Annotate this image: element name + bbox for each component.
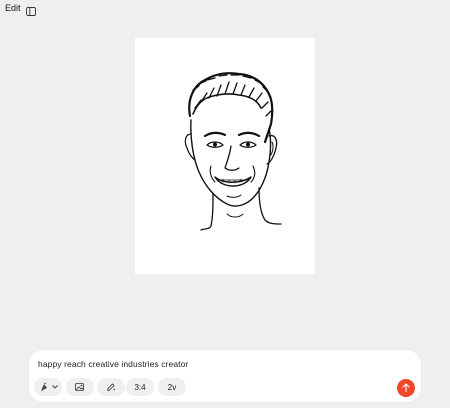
edit-button[interactable]: Edit xyxy=(5,3,21,13)
pen-sparkle-icon xyxy=(106,382,116,392)
image-reference-icon xyxy=(75,382,85,392)
variations-label: 2v xyxy=(167,382,177,392)
pen-tool-button[interactable] xyxy=(97,378,125,396)
generated-image[interactable] xyxy=(135,38,315,274)
variations-button[interactable]: 2v xyxy=(158,378,186,396)
chevron-down-icon xyxy=(51,385,58,389)
send-button[interactable] xyxy=(397,379,415,397)
arrow-up-icon xyxy=(402,379,410,397)
style-picker-icon xyxy=(39,382,49,392)
prompt-composer: happy reach creative industries creator xyxy=(29,350,421,402)
prompt-input[interactable]: happy reach creative industries creator xyxy=(38,359,188,369)
aspect-ratio-label: 3:4 xyxy=(134,382,146,392)
sidebar-toggle-icon[interactable] xyxy=(26,3,36,16)
aspect-ratio-button[interactable]: 3:4 xyxy=(126,378,154,396)
style-picker-button[interactable] xyxy=(34,378,62,396)
image-reference-button[interactable] xyxy=(66,378,94,396)
portrait-sketch xyxy=(184,72,282,231)
top-bar: Edit xyxy=(0,0,450,16)
